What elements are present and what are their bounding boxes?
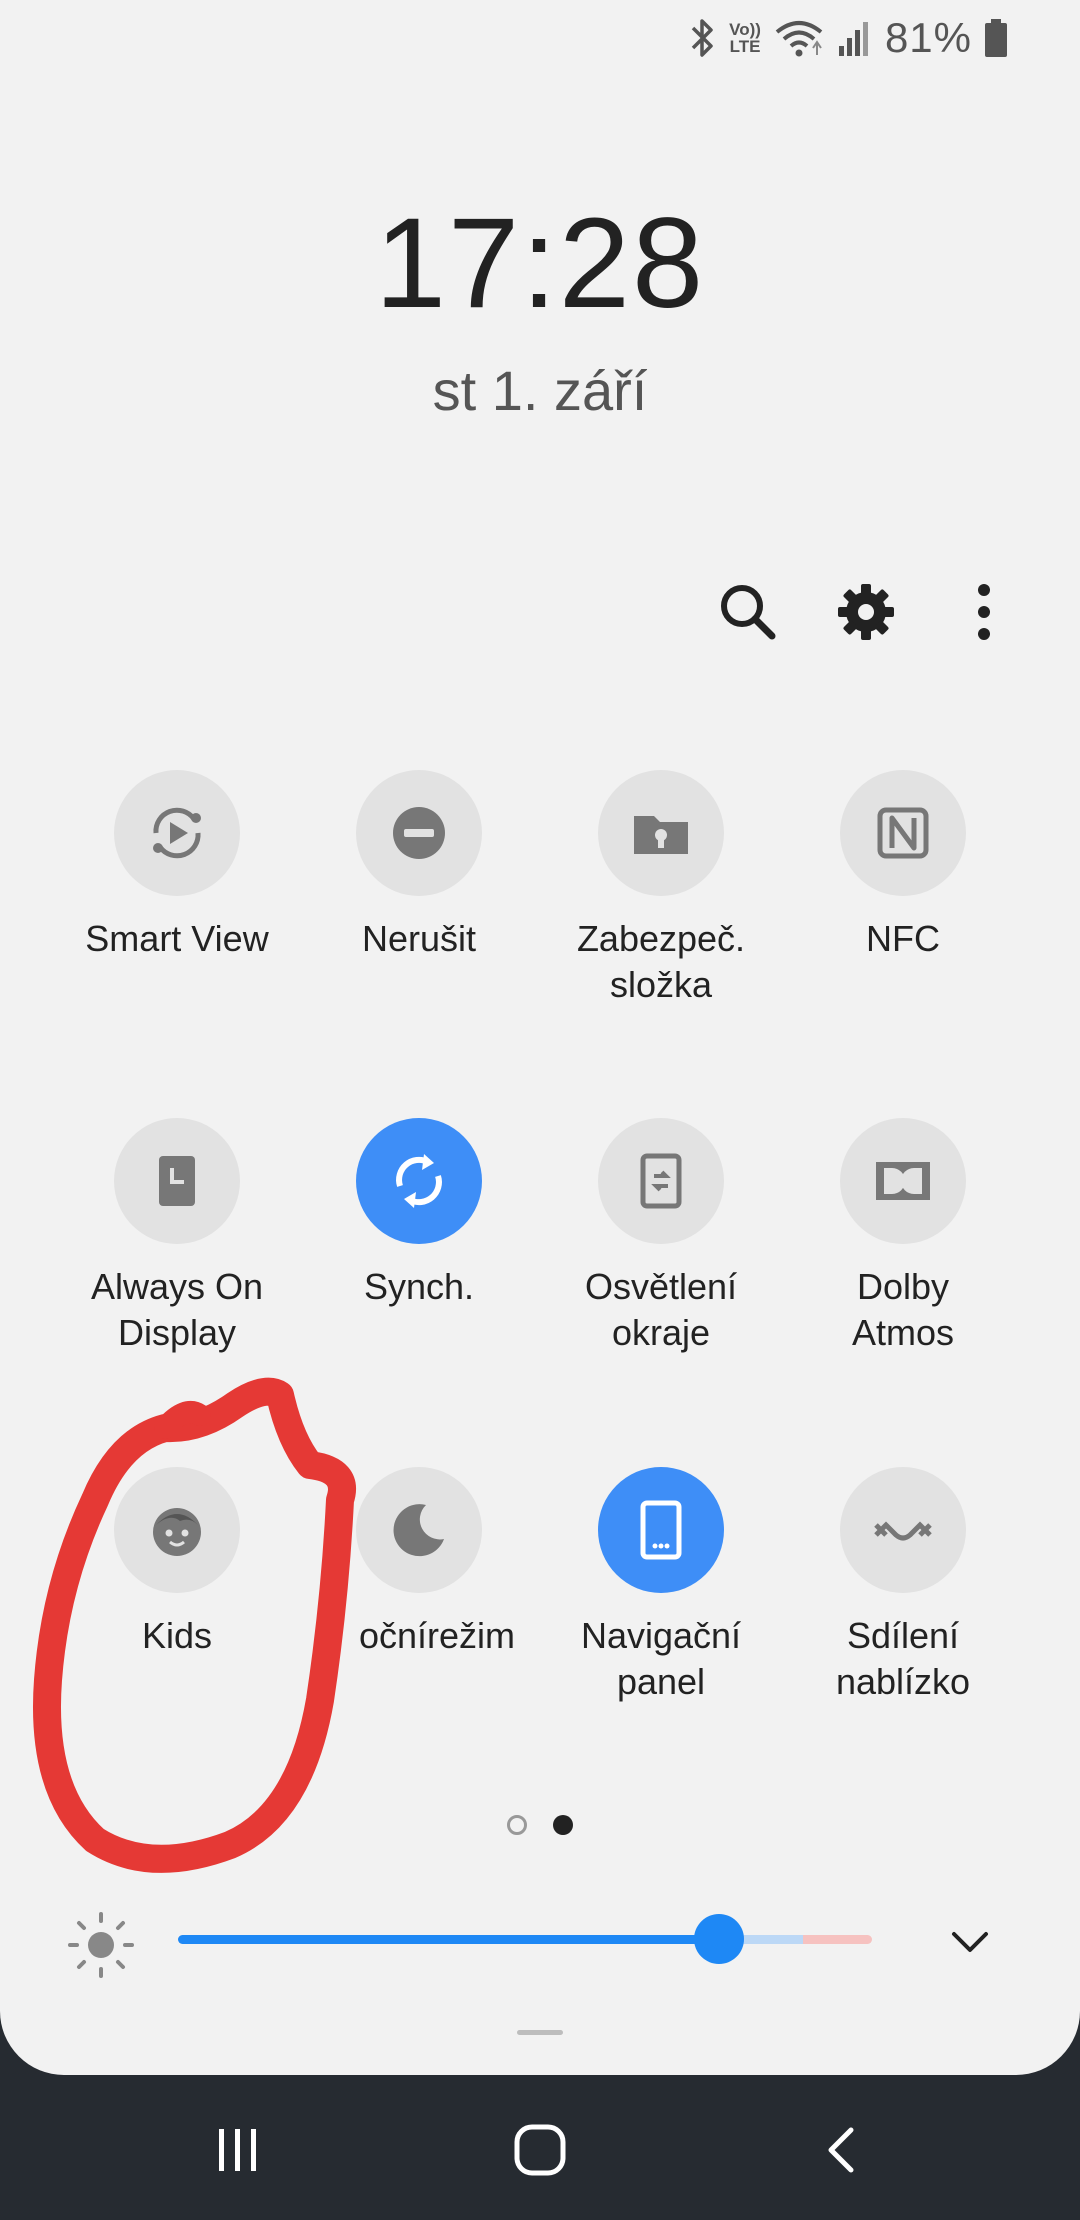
battery-percent: 81% <box>884 14 972 61</box>
tile-label: Navigační panel <box>580 1615 742 1702</box>
tile-label: Zabezpeč. složka <box>576 918 746 1005</box>
home-icon[interactable] <box>500 2115 580 2185</box>
nearby-share-icon[interactable] <box>840 1467 966 1593</box>
tile-label: Smart View <box>85 918 269 959</box>
chevron-down-icon[interactable] <box>950 1922 990 1967</box>
tile-smart-view[interactable]: Smart View <box>56 770 298 962</box>
tile-label: Dolby Atmos <box>851 1266 955 1353</box>
tile-dolby-atmos[interactable]: Dolby Atmos <box>782 1118 1024 1356</box>
tile-nearby-share[interactable]: Sdílení nablízko <box>782 1467 1024 1705</box>
quick-settings-panel: Vo)) LTE 81% 17:28 st 1. září Smart View… <box>0 0 1080 2075</box>
tile-label: NFC <box>866 918 940 959</box>
back-icon[interactable] <box>802 2115 882 2185</box>
tile-navigation-bar[interactable]: Navigační panel <box>540 1467 782 1705</box>
tile-label: Kids <box>141 1615 213 1656</box>
recents-icon[interactable] <box>198 2115 278 2185</box>
tile-label: Always On Display <box>90 1266 264 1353</box>
night-mode-icon[interactable] <box>356 1467 482 1593</box>
volte-icon: Vo)) LTE <box>729 21 761 55</box>
brightness-slider-thumb[interactable] <box>694 1914 744 1964</box>
tile-label: Osvětlení okraje <box>584 1266 738 1353</box>
tile-edge-lighting[interactable]: Osvětlení okraje <box>540 1118 782 1356</box>
tile-sync[interactable]: Synch. <box>298 1118 540 1310</box>
drag-handle[interactable] <box>517 2030 563 2035</box>
page-dot-1[interactable] <box>507 1815 527 1835</box>
search-icon[interactable] <box>716 580 780 644</box>
clock-time[interactable]: 17:28 <box>0 190 1080 337</box>
more-vert-icon[interactable] <box>952 580 1016 644</box>
volte-top: Vo)) <box>729 20 761 39</box>
clock-date[interactable]: st 1. září <box>0 358 1080 423</box>
tile-nfc[interactable]: NFC <box>782 770 1024 962</box>
dolby-icon[interactable] <box>840 1118 966 1244</box>
battery-icon <box>984 16 1008 60</box>
always-on-display-icon[interactable] <box>114 1118 240 1244</box>
do-not-disturb-icon[interactable] <box>356 770 482 896</box>
tile-always-on-display[interactable]: Always On Display <box>56 1118 298 1356</box>
status-bar: Vo)) LTE 81% <box>687 10 1008 66</box>
page-dot-2[interactable] <box>553 1815 573 1835</box>
page-indicator <box>0 1815 1080 1835</box>
tile-label: Sdílení nablízko <box>835 1615 971 1702</box>
bluetooth-icon <box>687 16 717 60</box>
brightness-icon <box>66 1910 136 1985</box>
brightness-slider-end <box>803 1935 872 1944</box>
volte-bottom: LTE <box>729 37 761 56</box>
signal-icon <box>837 16 873 60</box>
navigation-bar <box>0 2075 1080 2220</box>
kids-icon[interactable] <box>114 1467 240 1593</box>
edge-lighting-icon[interactable] <box>598 1118 724 1244</box>
tile-label: Nerušit <box>361 918 477 959</box>
tile-kids[interactable]: Kids <box>56 1467 298 1659</box>
tile-night-mode[interactable]: očnírežim <box>298 1467 540 1659</box>
navigation-bar-icon[interactable] <box>598 1467 724 1593</box>
tile-label: očnírežim <box>358 1615 516 1656</box>
sync-icon[interactable] <box>356 1118 482 1244</box>
secure-folder-icon[interactable] <box>598 770 724 896</box>
tile-do-not-disturb[interactable]: Nerušit <box>298 770 540 962</box>
brightness-slider-fill <box>178 1935 719 1944</box>
gear-icon[interactable] <box>834 580 898 644</box>
nfc-icon[interactable] <box>840 770 966 896</box>
tile-secure-folder[interactable]: Zabezpeč. složka <box>540 770 782 1008</box>
brightness-slider[interactable] <box>178 1914 872 1964</box>
wifi-icon <box>773 16 825 60</box>
tile-label: Synch. <box>363 1266 475 1307</box>
smart-view-icon[interactable] <box>114 770 240 896</box>
